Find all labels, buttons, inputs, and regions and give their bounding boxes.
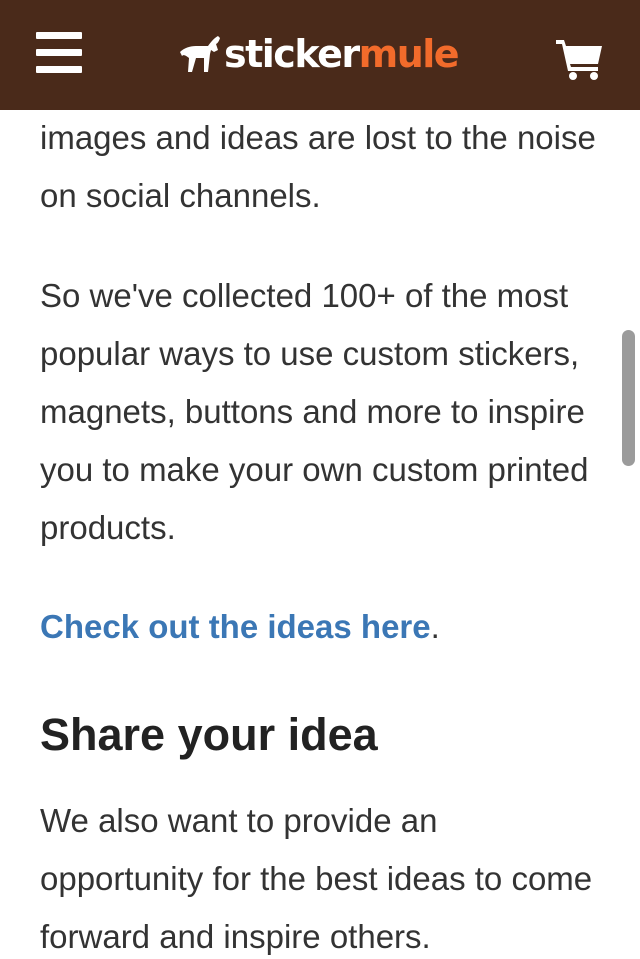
- sticker-mule-logo[interactable]: stickermule: [178, 26, 460, 82]
- hamburger-menu-icon[interactable]: [36, 32, 82, 74]
- shopping-cart-icon[interactable]: [554, 36, 606, 80]
- link-period: .: [430, 608, 440, 645]
- logo-wordmark: stickermule: [224, 32, 460, 76]
- article-paragraph: We also want to provide an opportunity f…: [40, 802, 593, 955]
- top-navigation-bar: stickermule: [0, 0, 640, 110]
- menu-line: [36, 49, 82, 56]
- menu-line: [36, 66, 82, 73]
- article-paragraph: So we've collected 100+ of the most popu…: [40, 277, 589, 546]
- logo-text-mule: mule: [358, 32, 460, 76]
- check-out-ideas-link[interactable]: Check out the ideas here: [40, 608, 431, 645]
- mule-logo-icon: [180, 36, 220, 72]
- ideas-link-line: Check out the ideas here.: [40, 598, 605, 656]
- article-paragraph: images and ideas are lost to the noise o…: [40, 119, 596, 214]
- menu-line: [36, 32, 82, 39]
- cart-glyph: [556, 40, 602, 80]
- vertical-scrollbar[interactable]: [622, 330, 635, 466]
- section-heading: Share your idea: [40, 709, 378, 760]
- logo-text-sticker: sticker: [224, 32, 360, 76]
